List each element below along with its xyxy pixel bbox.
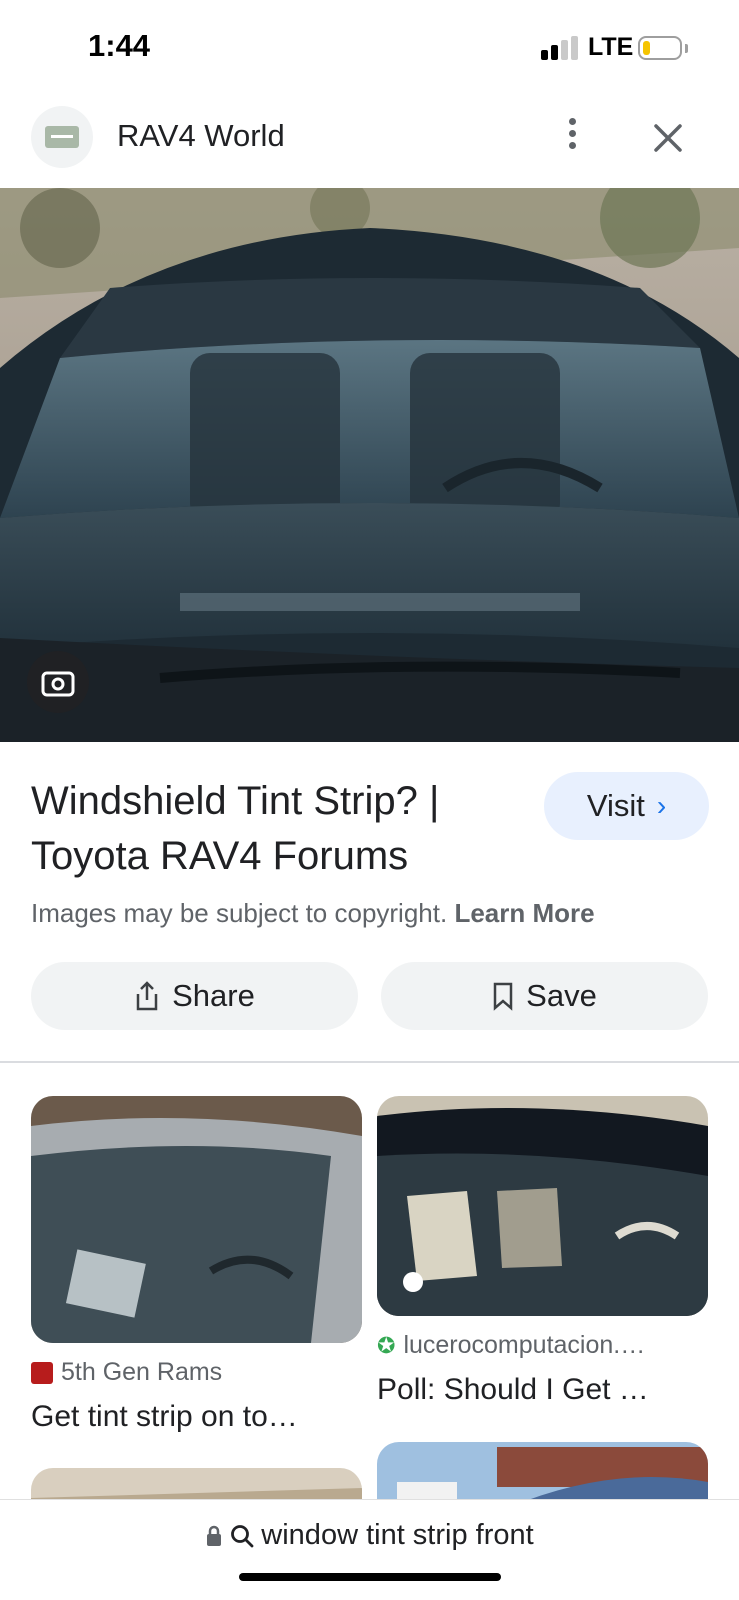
section-divider (0, 1061, 739, 1063)
related-caption-1[interactable]: Get tint strip on to… (31, 1400, 298, 1434)
star-icon: ✪ (377, 1332, 396, 1358)
bookmark-icon (493, 982, 513, 1011)
learn-more-link[interactable]: Learn More (454, 898, 594, 928)
result-title: Windshield Tint Strip? | Toyota RAV4 For… (31, 774, 501, 884)
status-time: 1:44 (88, 28, 151, 63)
source-logo-icon (31, 1361, 53, 1384)
network-label: LTE (588, 33, 634, 61)
save-label: Save (526, 978, 597, 1013)
battery-icon (638, 36, 682, 60)
share-button[interactable]: Share (31, 962, 358, 1030)
related-image-2[interactable] (377, 1096, 708, 1316)
lock-icon (207, 1525, 222, 1546)
close-icon[interactable] (648, 118, 688, 158)
chevron-right-icon: › (656, 790, 667, 821)
site-name[interactable]: RAV4 World (117, 118, 285, 154)
home-indicator[interactable] (239, 1573, 501, 1581)
visit-button[interactable]: Visit › (544, 772, 709, 840)
title-line-2: Toyota RAV4 Forums (31, 834, 409, 878)
lens-search-button[interactable] (27, 651, 89, 713)
share-icon (136, 981, 158, 1011)
title-line-1: Windshield Tint Strip? | (31, 779, 440, 823)
related-caption-2[interactable]: Poll: Should I Get … (377, 1373, 649, 1407)
related-source-1[interactable]: 5th Gen Rams (31, 1358, 222, 1387)
search-icon (231, 1524, 254, 1547)
site-favicon[interactable] (31, 106, 93, 168)
camera-lens-icon (41, 671, 75, 697)
search-query-bar[interactable]: window tint strip front (0, 1519, 739, 1552)
related-source-label-2: lucerocomputacion.… (403, 1331, 646, 1359)
share-label: Share (172, 978, 255, 1013)
more-options-icon[interactable] (560, 118, 584, 154)
search-query-text: window tint strip front (261, 1519, 534, 1551)
copyright-text: Images may be subject to copyright. (31, 898, 448, 928)
visit-label: Visit (586, 788, 645, 823)
battery-nub (685, 44, 688, 53)
related-image-1[interactable] (31, 1096, 362, 1343)
related-source-2[interactable]: ✪ lucerocomputacion.… (377, 1331, 645, 1360)
copyright-notice: Images may be subject to copyright. Lear… (31, 898, 595, 929)
save-button[interactable]: Save (381, 962, 708, 1030)
related-source-label-1: 5th Gen Rams (61, 1358, 223, 1386)
main-image[interactable] (0, 188, 739, 742)
